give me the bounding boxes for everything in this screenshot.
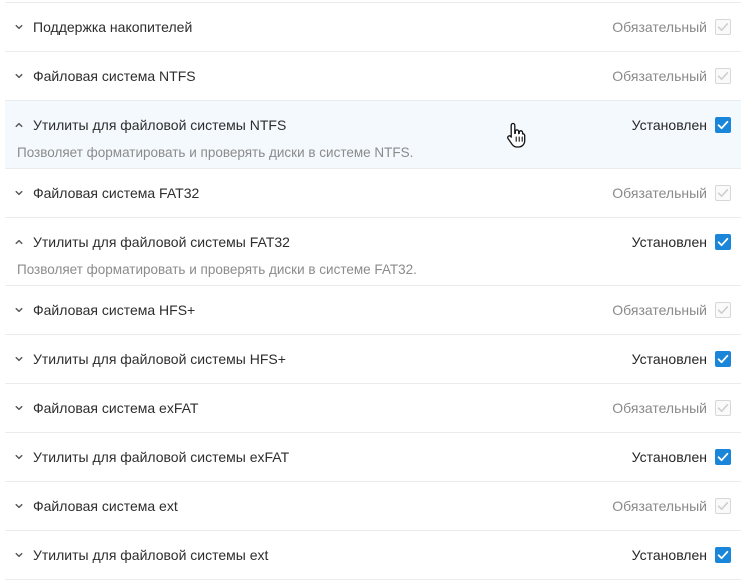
checkmark-icon [717, 550, 729, 560]
component-status: Обязательный [612, 19, 707, 35]
component-row-header[interactable]: Утилиты для файловой системы ext Установл… [5, 531, 741, 579]
checkmark-icon [717, 502, 729, 510]
install-checkbox[interactable] [715, 449, 731, 465]
component-description: Позволяет форматировать и проверять диск… [17, 145, 414, 160]
component-title: Файловая система HFS+ [33, 302, 196, 318]
component-row-header[interactable]: Файловая система NTFS Обязательный [5, 52, 741, 100]
chevron-down-icon[interactable] [14, 452, 24, 462]
component-status: Установлен [631, 234, 707, 250]
chevron-down-icon[interactable] [14, 71, 24, 81]
component-item: Файловая система HFS+ Обязательный [5, 286, 741, 335]
component-row-header[interactable]: Утилиты для файловой системы FAT32 Устано… [5, 218, 741, 266]
chevron-down-icon[interactable] [14, 501, 24, 511]
component-title: Утилиты для файловой системы ext [33, 547, 269, 563]
component-status: Установлен [631, 449, 707, 465]
chevron-down-icon[interactable] [14, 188, 24, 198]
component-item: Утилиты для файловой системы FAT32 Устано… [5, 218, 741, 286]
component-row-header[interactable]: Файловая система FAT32 Обязательный [5, 169, 741, 217]
component-item: Утилиты для файловой системы exFAT Устано… [5, 433, 741, 482]
component-item: Файловая система FAT32 Обязательный [5, 169, 741, 218]
checkmark-icon [717, 237, 729, 247]
install-checkbox[interactable] [715, 547, 731, 563]
component-title: Файловая система exFAT [33, 400, 199, 416]
component-title: Файловая система ext [33, 498, 178, 514]
component-status: Обязательный [612, 498, 707, 514]
component-item: Файловая система NTFS Обязательный [5, 52, 741, 101]
required-checkbox-disabled [715, 68, 731, 84]
checkmark-icon [717, 354, 729, 364]
component-item: Поддержка накопителей Обязательный [5, 3, 741, 52]
component-row-header[interactable]: Файловая система HFS+ Обязательный [5, 286, 741, 334]
component-status: Установлен [631, 117, 707, 133]
chevron-down-icon[interactable] [14, 403, 24, 413]
checkmark-icon [717, 72, 729, 80]
chevron-down-icon[interactable] [14, 354, 24, 364]
chevron-up-icon[interactable] [14, 237, 24, 247]
component-title: Утилиты для файловой системы HFS+ [33, 351, 286, 367]
component-title: Утилиты для файловой системы exFAT [33, 449, 290, 465]
component-description: Позволяет форматировать и проверять диск… [17, 262, 417, 277]
component-status: Установлен [631, 547, 707, 563]
component-row-header[interactable]: Утилиты для файловой системы HFS+ Установ… [5, 335, 741, 383]
chevron-down-icon[interactable] [14, 305, 24, 315]
component-row-header[interactable]: Файловая система exFAT Обязательный [5, 384, 741, 432]
component-status: Установлен [631, 351, 707, 367]
component-status: Обязательный [612, 400, 707, 416]
component-list: Поддержка накопителей Обязательный Файлова… [5, 2, 741, 580]
component-row-header[interactable]: Поддержка накопителей Обязательный [5, 3, 741, 51]
required-checkbox-disabled [715, 185, 731, 201]
chevron-down-icon[interactable] [14, 22, 24, 32]
component-title: Утилиты для файловой системы FAT32 [33, 234, 290, 250]
component-item: Утилиты для файловой системы ext Установл… [5, 531, 741, 580]
chevron-down-icon[interactable] [14, 550, 24, 560]
component-row-header[interactable]: Файловая система ext Обязательный [5, 482, 741, 530]
component-item: Файловая система ext Обязательный [5, 482, 741, 531]
component-title: Файловая система NTFS [33, 68, 196, 84]
chevron-up-icon[interactable] [14, 120, 24, 130]
component-status: Обязательный [612, 68, 707, 84]
required-checkbox-disabled [715, 400, 731, 416]
component-title: Утилиты для файловой системы NTFS [33, 117, 287, 133]
checkmark-icon [717, 120, 729, 130]
required-checkbox-disabled [715, 302, 731, 318]
component-row-header[interactable]: Утилиты для файловой системы NTFS Установ… [5, 101, 741, 149]
component-title: Поддержка накопителей [33, 19, 193, 35]
component-status: Обязательный [612, 302, 707, 318]
component-status: Обязательный [612, 185, 707, 201]
component-title: Файловая система FAT32 [33, 185, 200, 201]
required-checkbox-disabled [715, 19, 731, 35]
checkmark-icon [717, 189, 729, 197]
component-item: Файловая система exFAT Обязательный [5, 384, 741, 433]
install-checkbox[interactable] [715, 117, 731, 133]
install-checkbox[interactable] [715, 351, 731, 367]
required-checkbox-disabled [715, 498, 731, 514]
checkmark-icon [717, 306, 729, 314]
checkmark-icon [717, 23, 729, 31]
component-item: Утилиты для файловой системы NTFS Установ… [5, 101, 741, 169]
install-checkbox[interactable] [715, 234, 731, 250]
checkmark-icon [717, 452, 729, 462]
checkmark-icon [717, 404, 729, 412]
component-row-header[interactable]: Утилиты для файловой системы exFAT Устано… [5, 433, 741, 481]
component-item: Утилиты для файловой системы HFS+ Установ… [5, 335, 741, 384]
